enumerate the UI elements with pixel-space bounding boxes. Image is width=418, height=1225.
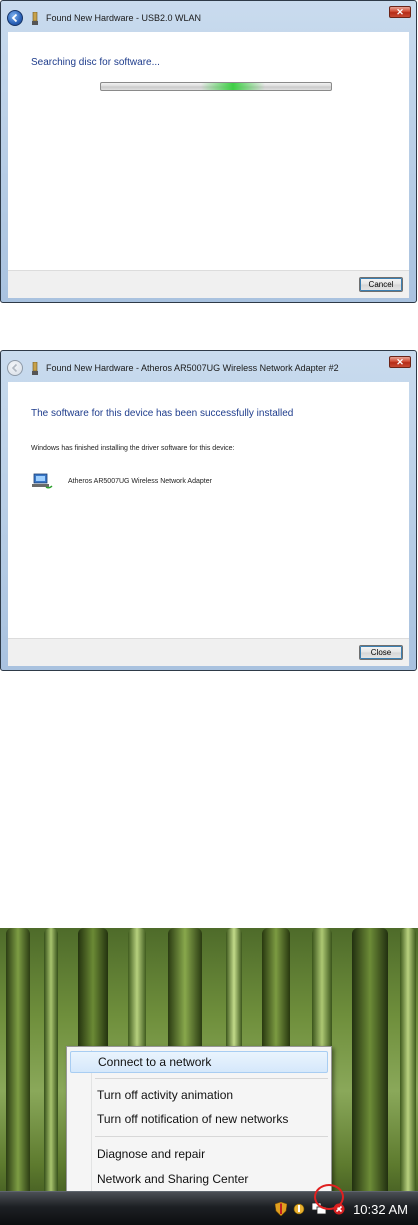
device-name: Atheros AR5007UG Wireless Network Adapte… <box>68 477 212 485</box>
volume-icon[interactable] <box>293 1202 305 1216</box>
status-description: Windows has finished installing the driv… <box>31 445 235 452</box>
wizard-footer: Close <box>8 638 409 666</box>
menu-separator <box>95 1078 328 1079</box>
close-icon: ✕ <box>396 6 404 17</box>
wallpaper-stalk <box>352 928 388 1225</box>
found-new-hardware-window-searching: Found New Hardware - USB2.0 WLAN ✕ Searc… <box>0 0 417 303</box>
cancel-button[interactable]: Cancel <box>359 277 403 292</box>
taskbar: 10:32 AM <box>0 1191 418 1225</box>
system-tray: 10:32 AM <box>275 1192 418 1225</box>
wallpaper-stalk <box>44 928 58 1225</box>
wallpaper-stalk <box>6 928 30 1225</box>
window-title: Found New Hardware - USB2.0 WLAN <box>46 13 202 23</box>
wizard-content: Searching disc for software... <box>8 32 409 270</box>
window-title: Found New Hardware - Atheros AR5007UG Wi… <box>46 363 339 373</box>
close-icon: ✕ <box>396 356 404 367</box>
wallpaper-stalk <box>400 928 416 1225</box>
found-new-hardware-window-installed: Found New Hardware - Atheros AR5007UG Wi… <box>0 350 417 671</box>
progress-indicator <box>201 83 265 90</box>
desktop: Connect to a network Turn off activity a… <box>0 928 418 1225</box>
close-button[interactable]: Close <box>359 645 403 660</box>
network-adapter-icon <box>32 473 53 489</box>
wizard-footer: Cancel <box>8 270 409 298</box>
back-arrow-icon <box>11 13 18 23</box>
network-context-menu: Connect to a network Turn off activity a… <box>66 1046 332 1197</box>
installed-device: Atheros AR5007UG Wireless Network Adapte… <box>31 472 212 490</box>
menu-item-network-sharing-center[interactable]: Network and Sharing Center <box>70 1168 328 1190</box>
status-heading: Searching disc for software... <box>31 57 160 68</box>
security-shield-icon[interactable] <box>275 1202 288 1216</box>
close-window-button[interactable]: ✕ <box>389 356 411 368</box>
menu-item-diagnose-and-repair[interactable]: Diagnose and repair <box>70 1143 328 1165</box>
menu-item-turn-off-activity-animation[interactable]: Turn off activity animation <box>70 1084 328 1106</box>
title-bar: Found New Hardware - Atheros AR5007UG Wi… <box>1 351 416 383</box>
title-bar: Found New Hardware - USB2.0 WLAN ✕ <box>1 1 416 33</box>
back-arrow-icon <box>11 363 18 373</box>
progress-bar <box>100 82 332 91</box>
menu-item-connect-to-network[interactable]: Connect to a network <box>70 1051 328 1073</box>
menu-item-turn-off-notification[interactable]: Turn off notification of new networks <box>70 1108 328 1130</box>
back-button-disabled <box>7 360 23 376</box>
hardware-device-icon <box>32 12 38 25</box>
status-heading: The software for this device has been su… <box>31 408 294 419</box>
close-window-button[interactable]: ✕ <box>389 6 411 18</box>
back-button[interactable] <box>7 10 23 26</box>
hardware-device-icon <box>32 362 38 375</box>
taskbar-clock[interactable]: 10:32 AM <box>353 1202 408 1217</box>
menu-separator <box>95 1136 328 1137</box>
tray-annotation-circle <box>314 1184 344 1210</box>
wizard-content: The software for this device has been su… <box>8 382 409 638</box>
